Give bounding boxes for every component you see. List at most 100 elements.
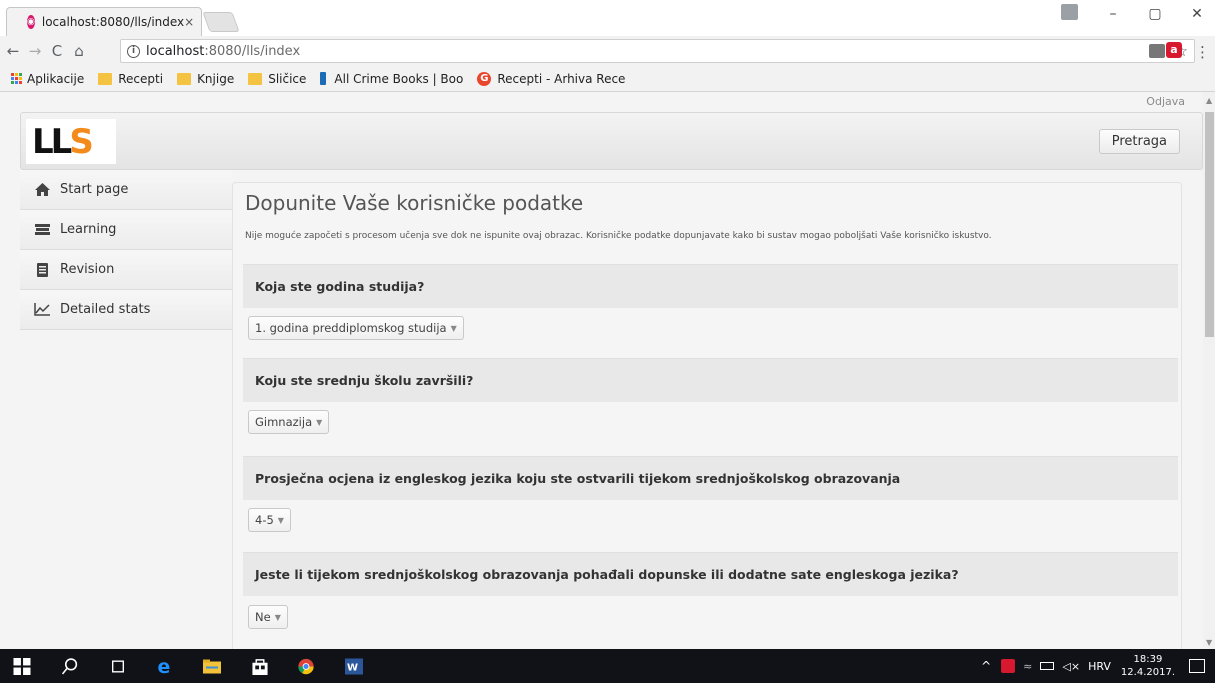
browser-titlebar: ◉ localhost:8080/lls/index × – ▢ ✕	[0, 0, 1215, 36]
home-icon	[34, 183, 50, 197]
translate-icon[interactable]	[1148, 44, 1165, 58]
bookmark-crime-books[interactable]: All Crime Books | Boo	[320, 72, 463, 86]
user-profile-icon[interactable]	[1061, 4, 1078, 20]
form-intro-text: Nije moguće započeti s procesom učenja s…	[245, 231, 992, 241]
scroll-up-icon[interactable]: ▲	[1206, 96, 1212, 105]
task-view-icon[interactable]	[109, 658, 127, 675]
close-window-button[interactable]: ✕	[1186, 6, 1208, 22]
browser-toolbar: ← → C ⌂ i localhost :8080/lls/index ☆	[0, 36, 1215, 66]
extension-icon[interactable]: a	[1166, 42, 1182, 58]
sidebar-item-learning[interactable]: Learning	[20, 210, 232, 250]
app-header: LL S Pretraga	[20, 112, 1203, 170]
system-tray: ^ ≈ ◁× HRV 18:39 12.4.2017.	[981, 649, 1215, 683]
tab-favicon-icon: ◉	[27, 15, 35, 29]
recipe-site-icon: G	[477, 71, 492, 86]
clock-time: 18:39	[1133, 654, 1163, 665]
back-icon[interactable]: ←	[2, 42, 24, 60]
question-label: Koju ste srednju školu završili?	[243, 358, 1178, 402]
file-explorer-icon[interactable]	[203, 658, 221, 675]
select-value: 4-5	[255, 513, 274, 527]
folder-icon	[98, 72, 113, 85]
question-label: Prosječna ocjena iz engleskog jezika koj…	[243, 456, 1178, 500]
select-value: Ne	[255, 610, 271, 624]
tab-close-icon[interactable]: ×	[184, 15, 194, 29]
language-indicator[interactable]: HRV	[1088, 660, 1111, 673]
web-page: Odjava LL S Pretraga Start page Learning …	[0, 92, 1203, 649]
antivirus-icon[interactable]	[1001, 659, 1016, 673]
wifi-icon[interactable]: ≈	[1023, 660, 1032, 673]
address-bar[interactable]: i localhost :8080/lls/index ☆	[120, 39, 1195, 63]
bookmarks-bar: Aplikacije Recepti Knjige Sličice All Cr…	[0, 66, 1215, 92]
bookmark-label: Knjige	[197, 71, 235, 86]
reload-icon[interactable]: C	[46, 42, 68, 60]
battery-icon[interactable]	[1040, 662, 1055, 670]
browser-menu-icon[interactable]: ⋮	[1195, 43, 1210, 61]
select-value: 1. godina preddiplomskog studija	[255, 321, 447, 335]
svg-text:W: W	[347, 663, 358, 674]
logo-accent: S	[69, 121, 93, 162]
chevron-down-icon: ▼	[274, 612, 281, 622]
english-grade-select[interactable]: 4-5 ▼	[248, 508, 291, 532]
chrome-icon[interactable]	[297, 658, 315, 675]
sidebar-item-start-page[interactable]: Start page	[20, 170, 232, 210]
chevron-down-icon: ▼	[277, 515, 284, 525]
bookmark-label: Recepti - Arhiva Rece	[497, 71, 626, 86]
sidebar-item-detailed-stats[interactable]: Detailed stats	[20, 290, 232, 330]
svg-text:e: e	[157, 658, 170, 675]
chevron-down-icon: ▼	[316, 417, 323, 427]
tray-overflow-icon[interactable]: ^	[981, 659, 991, 673]
action-center-icon[interactable]	[1189, 659, 1205, 673]
bookmark-label: Recepti	[118, 71, 164, 86]
word-icon[interactable]: W	[345, 658, 363, 675]
bookmark-recepti-arhiva[interactable]: G Recepti - Arhiva Rece	[477, 71, 626, 86]
restore-button[interactable]: ▢	[1144, 6, 1166, 22]
clock-date: 12.4.2017.	[1120, 667, 1175, 678]
sidebar-item-label: Detailed stats	[60, 302, 151, 317]
bookmark-knjige[interactable]: Knjige	[177, 72, 234, 86]
home-icon[interactable]: ⌂	[68, 42, 90, 60]
logo-text: LL	[32, 121, 72, 162]
sidebar-item-label: Start page	[60, 182, 129, 197]
search-icon[interactable]	[61, 658, 79, 675]
bookmark-slicice[interactable]: Sličice	[248, 72, 306, 86]
high-school-select[interactable]: Gimnazija ▼	[248, 410, 330, 434]
study-year-select[interactable]: 1. godina preddiplomskog studija ▼	[248, 316, 464, 340]
edge-browser-icon[interactable]: e	[156, 658, 174, 675]
forward-icon[interactable]: →	[24, 42, 46, 60]
volume-muted-icon[interactable]: ◁×	[1062, 660, 1080, 673]
minimize-button[interactable]: –	[1102, 6, 1124, 22]
books-icon	[34, 223, 50, 237]
scroll-thumb[interactable]	[1205, 112, 1214, 337]
store-icon[interactable]	[251, 658, 269, 675]
search-button[interactable]: Pretraga	[1098, 129, 1180, 154]
bookmark-label: All Crime Books | Boo	[334, 71, 464, 86]
app-logo[interactable]: LL S	[26, 119, 116, 164]
windows-start-icon[interactable]	[13, 658, 31, 675]
scroll-down-icon[interactable]: ▼	[1206, 638, 1212, 647]
apps-icon	[11, 73, 22, 84]
select-value: Gimnazija	[255, 415, 313, 429]
extra-classes-select[interactable]: Ne ▼	[248, 605, 288, 629]
browser-tab[interactable]: ◉ localhost:8080/lls/index ×	[6, 7, 202, 36]
site-info-icon[interactable]: i	[127, 44, 140, 58]
bookmark-apps[interactable]: Aplikacije	[11, 72, 84, 86]
question-label: Jeste li tijekom srednjoškolskog obrazov…	[243, 552, 1178, 596]
book-icon	[320, 72, 327, 85]
clock[interactable]: 18:39 12.4.2017.	[1121, 653, 1175, 679]
bookmark-label: Sličice	[268, 71, 307, 86]
url-host: localhost	[146, 43, 205, 59]
logout-link[interactable]: Odjava	[1146, 95, 1185, 108]
page-scrollbar[interactable]: ▲ ▼	[1203, 92, 1215, 649]
question-label: Koja ste godina studija?	[243, 264, 1178, 308]
folder-icon	[248, 72, 263, 85]
user-data-form: Dopunite Vaše korisničke podatke Nije mo…	[232, 182, 1182, 649]
new-tab-button[interactable]	[202, 12, 240, 32]
tab-title: localhost:8080/lls/index	[41, 15, 185, 29]
sidebar-item-revision[interactable]: Revision	[20, 250, 232, 290]
sidebar: Start page Learning Revision Detailed st…	[20, 170, 232, 330]
bookmark-label: Aplikacije	[27, 71, 85, 86]
bookmark-recepti[interactable]: Recepti	[98, 72, 163, 86]
sidebar-item-label: Learning	[60, 222, 117, 237]
chart-icon	[34, 303, 50, 317]
chevron-down-icon: ▼	[450, 323, 457, 333]
